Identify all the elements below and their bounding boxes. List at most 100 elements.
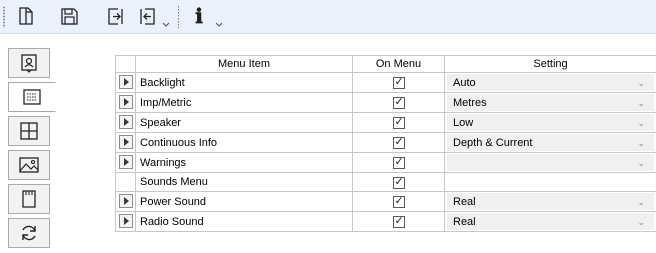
- tab-images[interactable]: [8, 150, 50, 180]
- chevron-down-icon: ⌄: [637, 138, 645, 148]
- setting-value: Real: [453, 216, 476, 228]
- chevron-down-icon: ⌄: [637, 118, 645, 128]
- side-tab-strip: [0, 34, 56, 253]
- toolbar-grip[interactable]: [3, 6, 5, 28]
- save-icon: [61, 8, 78, 25]
- image-icon: [19, 157, 39, 173]
- row-header-cell[interactable]: [115, 132, 136, 153]
- on-menu-cell: ✓: [352, 211, 445, 232]
- open-file-button[interactable]: [14, 4, 38, 28]
- sd-card-icon: [22, 190, 36, 208]
- menu-items-grid: Menu Item On Menu Setting Backlight ✓ Auto…: [115, 55, 656, 232]
- expand-arrow-icon[interactable]: [118, 155, 133, 169]
- row-header-cell[interactable]: [115, 112, 136, 133]
- grid-header-row: Menu Item On Menu Setting: [115, 55, 656, 73]
- setting-dropdown[interactable]: Low ⌄: [447, 114, 654, 131]
- table-row: Sounds Menu ✓: [115, 172, 656, 192]
- expand-arrow-icon[interactable]: [118, 194, 133, 208]
- row-header-cell[interactable]: [115, 92, 136, 113]
- setting-dropdown[interactable]: Depth & Current ⌄: [447, 134, 654, 151]
- expand-arrow-icon[interactable]: [118, 75, 133, 89]
- tab-grid[interactable]: [8, 116, 50, 146]
- import-icon: [140, 8, 155, 25]
- table-row: Speaker ✓ Low ⌄: [115, 112, 656, 133]
- setting-cell: Auto ⌄: [444, 72, 656, 93]
- tab-menu[interactable]: [8, 82, 56, 112]
- menu-item-cell: Radio Sound: [135, 211, 353, 232]
- setting-value: Real: [453, 196, 476, 208]
- setting-dropdown[interactable]: Auto ⌄: [447, 74, 654, 91]
- chevron-down-icon: ⌄: [637, 217, 645, 227]
- menu-item-cell: Continuous Info: [135, 132, 353, 153]
- table-row: Radio Sound ✓ Real ⌄: [115, 211, 656, 232]
- tab-sync[interactable]: [8, 218, 50, 248]
- tab-contacts[interactable]: [8, 48, 50, 78]
- menu-item-cell: Backlight: [135, 72, 353, 93]
- check-icon: ✓: [394, 174, 404, 188]
- tab-memory[interactable]: [8, 184, 50, 214]
- setting-cell: Depth & Current ⌄: [444, 132, 656, 153]
- expand-arrow-icon[interactable]: [118, 115, 133, 129]
- on-menu-checkbox[interactable]: ✓: [392, 95, 405, 109]
- table-row: Power Sound ✓ Real ⌄: [115, 191, 656, 212]
- expand-arrow-icon[interactable]: [118, 214, 133, 228]
- row-header-cell[interactable]: [115, 211, 136, 232]
- chevron-down-icon: ⌄: [637, 98, 645, 108]
- check-icon: ✓: [394, 95, 404, 108]
- table-row: Imp/Metric ✓ Metres ⌄: [115, 92, 656, 113]
- check-icon: ✓: [394, 155, 404, 168]
- check-icon: ✓: [394, 115, 404, 128]
- expand-arrow-icon[interactable]: [118, 135, 133, 149]
- open-file-icon: [19, 7, 33, 25]
- on-menu-cell: ✓: [352, 112, 445, 133]
- setting-value: Depth & Current: [453, 137, 533, 149]
- setting-cell: ⌄: [444, 152, 656, 173]
- info-icon: ℹ: [195, 4, 203, 28]
- column-header-setting[interactable]: Setting: [444, 55, 656, 73]
- info-button[interactable]: ℹ: [187, 4, 211, 28]
- row-header-cell[interactable]: [115, 172, 136, 192]
- on-menu-checkbox[interactable]: ✓: [392, 174, 405, 189]
- save-button[interactable]: [57, 4, 81, 28]
- chevron-down-icon: ⌄: [637, 158, 645, 168]
- row-header-cell[interactable]: [115, 72, 136, 93]
- expand-arrow-icon[interactable]: [118, 95, 133, 109]
- setting-cell: Low ⌄: [444, 112, 656, 133]
- info-dropdown-icon[interactable]: [215, 20, 223, 28]
- chevron-down-icon: ⌄: [637, 197, 645, 207]
- row-header-cell[interactable]: [115, 152, 136, 173]
- setting-cell: Real ⌄: [444, 191, 656, 212]
- menu-item-cell: Power Sound: [135, 191, 353, 212]
- setting-value: Low: [453, 117, 474, 129]
- on-menu-cell: ✓: [352, 152, 445, 173]
- export-icon: [108, 8, 123, 25]
- menu-item-cell: Warnings: [135, 152, 353, 173]
- on-menu-checkbox[interactable]: ✓: [392, 155, 405, 169]
- contact-card-icon: [21, 54, 37, 73]
- on-menu-checkbox[interactable]: ✓: [392, 194, 405, 208]
- menu-item-cell: Sounds Menu: [135, 172, 353, 192]
- setting-dropdown[interactable]: ⌄: [447, 154, 654, 171]
- row-header-cell[interactable]: [115, 191, 136, 212]
- column-header-menu-item[interactable]: Menu Item: [135, 55, 353, 73]
- on-menu-cell: ✓: [352, 132, 445, 153]
- setting-cell: Real ⌄: [444, 211, 656, 232]
- on-menu-checkbox[interactable]: ✓: [392, 115, 405, 129]
- refresh-icon: [22, 225, 36, 241]
- column-header-on-menu[interactable]: On Menu: [352, 55, 445, 73]
- on-menu-checkbox[interactable]: ✓: [392, 214, 405, 228]
- setting-cell: [444, 172, 656, 192]
- menu-item-cell: Speaker: [135, 112, 353, 133]
- setting-dropdown[interactable]: Metres ⌄: [447, 94, 654, 111]
- table-row: Backlight ✓ Auto ⌄: [115, 72, 656, 93]
- check-icon: ✓: [394, 214, 404, 227]
- on-menu-checkbox[interactable]: ✓: [392, 75, 405, 89]
- setting-dropdown[interactable]: Real ⌄: [447, 213, 654, 230]
- setting-dropdown[interactable]: Real ⌄: [447, 193, 654, 210]
- import-dropdown-icon[interactable]: [162, 20, 170, 28]
- list-icon: [23, 89, 41, 105]
- import-button[interactable]: [135, 4, 159, 28]
- export-button[interactable]: [104, 4, 128, 28]
- on-menu-checkbox[interactable]: ✓: [392, 135, 405, 149]
- toolbar-separator: [178, 6, 179, 28]
